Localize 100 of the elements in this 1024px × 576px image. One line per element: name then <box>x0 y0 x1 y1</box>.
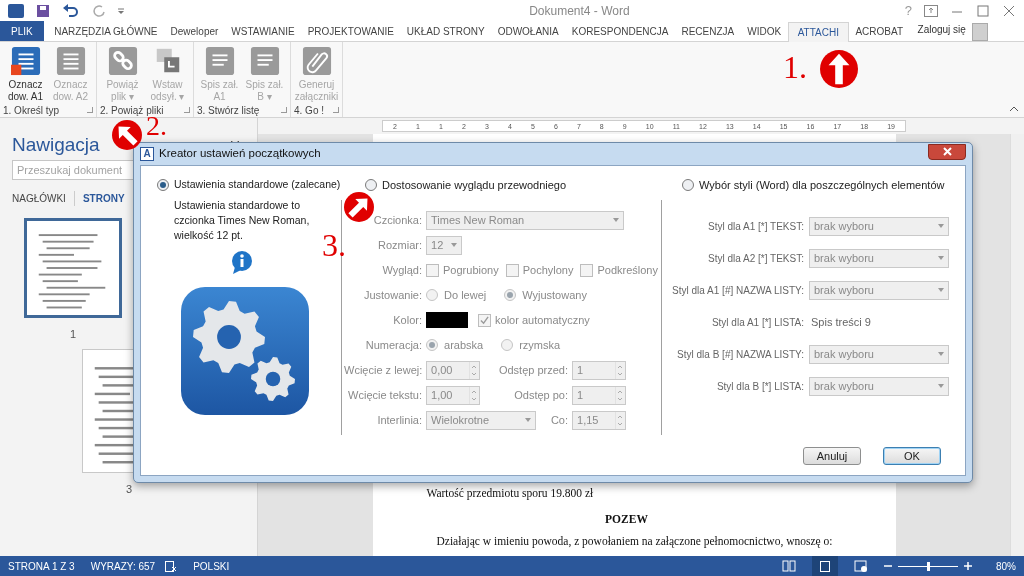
dropdown[interactable]: brak wyboru <box>809 280 949 300</box>
annotation-number: 3. <box>322 228 346 262</box>
annotation-number: 1. <box>783 50 807 84</box>
ribbon-tab[interactable]: KORESPONDENCJA <box>565 21 675 41</box>
document-paragraph: Wartość przedmiotu sporu 19.800 zł <box>426 486 595 500</box>
caret-icon <box>938 288 944 292</box>
radio-button[interactable] <box>157 179 169 191</box>
field-label: Wygląd: <box>381 262 423 278</box>
field-label: Styl dla B [#] NAZWA LISTY: <box>676 347 804 362</box>
zoom-slider[interactable] <box>898 561 958 571</box>
caret-icon <box>613 218 620 222</box>
redo-icon[interactable] <box>92 4 106 18</box>
slider-thumb[interactable] <box>927 561 930 571</box>
web-layout-icon[interactable] <box>854 560 868 572</box>
caret-icon <box>938 352 944 356</box>
field-label: Styl dla A1 [*] LISTA: <box>710 315 804 330</box>
dialog-button[interactable]: OK <box>883 447 941 465</box>
close-button[interactable] <box>928 143 966 160</box>
word-logo-icon[interactable] <box>8 4 24 18</box>
caret-icon <box>938 224 944 228</box>
caret-icon <box>525 418 532 422</box>
ribbon-tab[interactable]: RECENZJA <box>674 21 741 41</box>
field-label: Czcionka: <box>372 212 423 228</box>
help-button[interactable]: ? <box>904 1 912 21</box>
status-item[interactable]: WYRAZY: 657 <box>90 558 156 574</box>
zoom-level[interactable]: 80% <box>988 558 1016 574</box>
pane-tab[interactable]: NAGŁÓWKI <box>12 190 66 206</box>
proofing-icon[interactable] <box>165 560 178 572</box>
group-label: 1. Określ typ <box>3 103 60 118</box>
radio-label[interactable]: Ustawienia standardowe (zalecane) <box>174 177 341 193</box>
document-icon <box>249 45 280 77</box>
ribbon-button[interactable]: Oznacz dow. A1 <box>3 45 48 103</box>
radio-label[interactable]: Wybór styli (Word) dla poszczególnych elementów <box>699 176 945 194</box>
ribbon-tab[interactable]: PLIK <box>0 21 44 41</box>
description-text: Ustawienia standardowe to czcionka Times New Roman, wielkość 12 pt. <box>173 198 311 243</box>
dialog-launcher-icon[interactable] <box>87 107 93 113</box>
zoom-out-icon[interactable] <box>884 562 892 570</box>
app-icon: A <box>140 147 154 161</box>
page-number: 3 <box>125 481 133 497</box>
list-icon <box>55 45 86 77</box>
read-mode-icon[interactable] <box>782 560 796 572</box>
dropdown[interactable]: brak wyboru <box>809 248 949 268</box>
caret-icon <box>938 384 944 388</box>
status-item[interactable]: POLSKI <box>193 558 230 574</box>
ribbon-tab[interactable]: ODWOŁANIA <box>491 21 566 41</box>
radio-button[interactable] <box>365 179 378 191</box>
dialog-launcher-icon[interactable] <box>281 107 287 113</box>
dialog-button[interactable]: Anuluj <box>803 447 861 465</box>
ribbon-tab[interactable]: WIDOK <box>740 21 788 41</box>
ribbon-tab[interactable]: WSTAWIANIE <box>224 21 302 41</box>
field-label: Kolor: <box>392 312 423 328</box>
field-label: Co: <box>549 412 569 428</box>
window-title: Dokument4 - Word <box>528 3 631 20</box>
page-thumbnail[interactable] <box>24 218 122 318</box>
field-label: Styl dla B [*] LISTA: <box>715 379 804 394</box>
dropdown[interactable]: brak wyboru <box>809 216 949 236</box>
collapse-ribbon-icon[interactable] <box>1010 106 1018 111</box>
ribbon-tab[interactable]: NARZĘDZIA GŁÓWNE <box>47 21 165 41</box>
caret-icon <box>938 256 944 260</box>
ribbon-tab[interactable]: UKŁAD STRONY <box>400 21 492 41</box>
dialog-launcher-icon[interactable] <box>333 107 339 113</box>
radio-label[interactable]: Dostosowanie wyglądu przewodniego <box>382 176 567 194</box>
document-paragraph: Działając w imieniu powoda, z powołaniem na załączone pełnomocnictwo, wnoszę o: <box>435 534 834 548</box>
pane-tab[interactable]: STRONY <box>73 190 125 206</box>
radio-button[interactable] <box>682 179 694 191</box>
caret-icon <box>451 243 458 247</box>
ribbon-tab[interactable]: PROJEKTOWANIE <box>301 21 401 41</box>
link-icon <box>107 45 138 77</box>
list-icon <box>10 45 41 77</box>
dropdown[interactable]: brak wyboru <box>809 376 949 396</box>
dialog-launcher-icon[interactable] <box>184 107 190 113</box>
style-value: Spis treści 9 <box>810 314 871 330</box>
ribbon-tab[interactable]: Deweloper <box>164 21 225 41</box>
ribbon-tab[interactable]: ATTACHI <box>787 22 849 42</box>
field-label: Styl dla A2 [*] TEKST: <box>707 251 804 266</box>
dropdown[interactable]: brak wyboru <box>809 344 949 364</box>
field-label: Wcięcie z lewej: <box>344 362 423 378</box>
save-icon[interactable] <box>36 4 50 18</box>
pane-title: Nawigacja <box>12 132 100 157</box>
group-label: 4. Go ! <box>294 103 324 118</box>
close-icon[interactable] <box>1002 5 1016 17</box>
sign-in-link[interactable]: Zaloguj się <box>917 22 966 37</box>
field-label: Styl dla A1 [*] TEKST: <box>707 219 804 234</box>
scrollbar[interactable] <box>1010 134 1024 556</box>
ribbon-display-icon[interactable] <box>924 5 938 17</box>
document-heading: POZEW <box>604 512 649 526</box>
status-item[interactable]: STRONA 1 Z 3 <box>8 558 75 574</box>
maximize-icon[interactable] <box>976 5 990 17</box>
customize-icon[interactable] <box>118 8 124 14</box>
field-label: Rozmiar: <box>377 237 423 253</box>
dialog-title: Kreator ustawień początkowych <box>159 146 322 162</box>
avatar-icon[interactable] <box>971 23 988 41</box>
field-label: Styl dla A1 [#] NAZWA LISTY: <box>671 283 804 298</box>
field-label: Odstęp po: <box>513 387 569 403</box>
ribbon-tab[interactable]: ACROBAT <box>848 21 910 41</box>
print-layout-icon[interactable] <box>812 556 838 576</box>
page-number: 1 <box>69 327 77 342</box>
zoom-in-icon[interactable] <box>964 562 972 570</box>
undo-icon[interactable] <box>62 4 80 18</box>
field-label: Interlinia: <box>376 412 423 428</box>
